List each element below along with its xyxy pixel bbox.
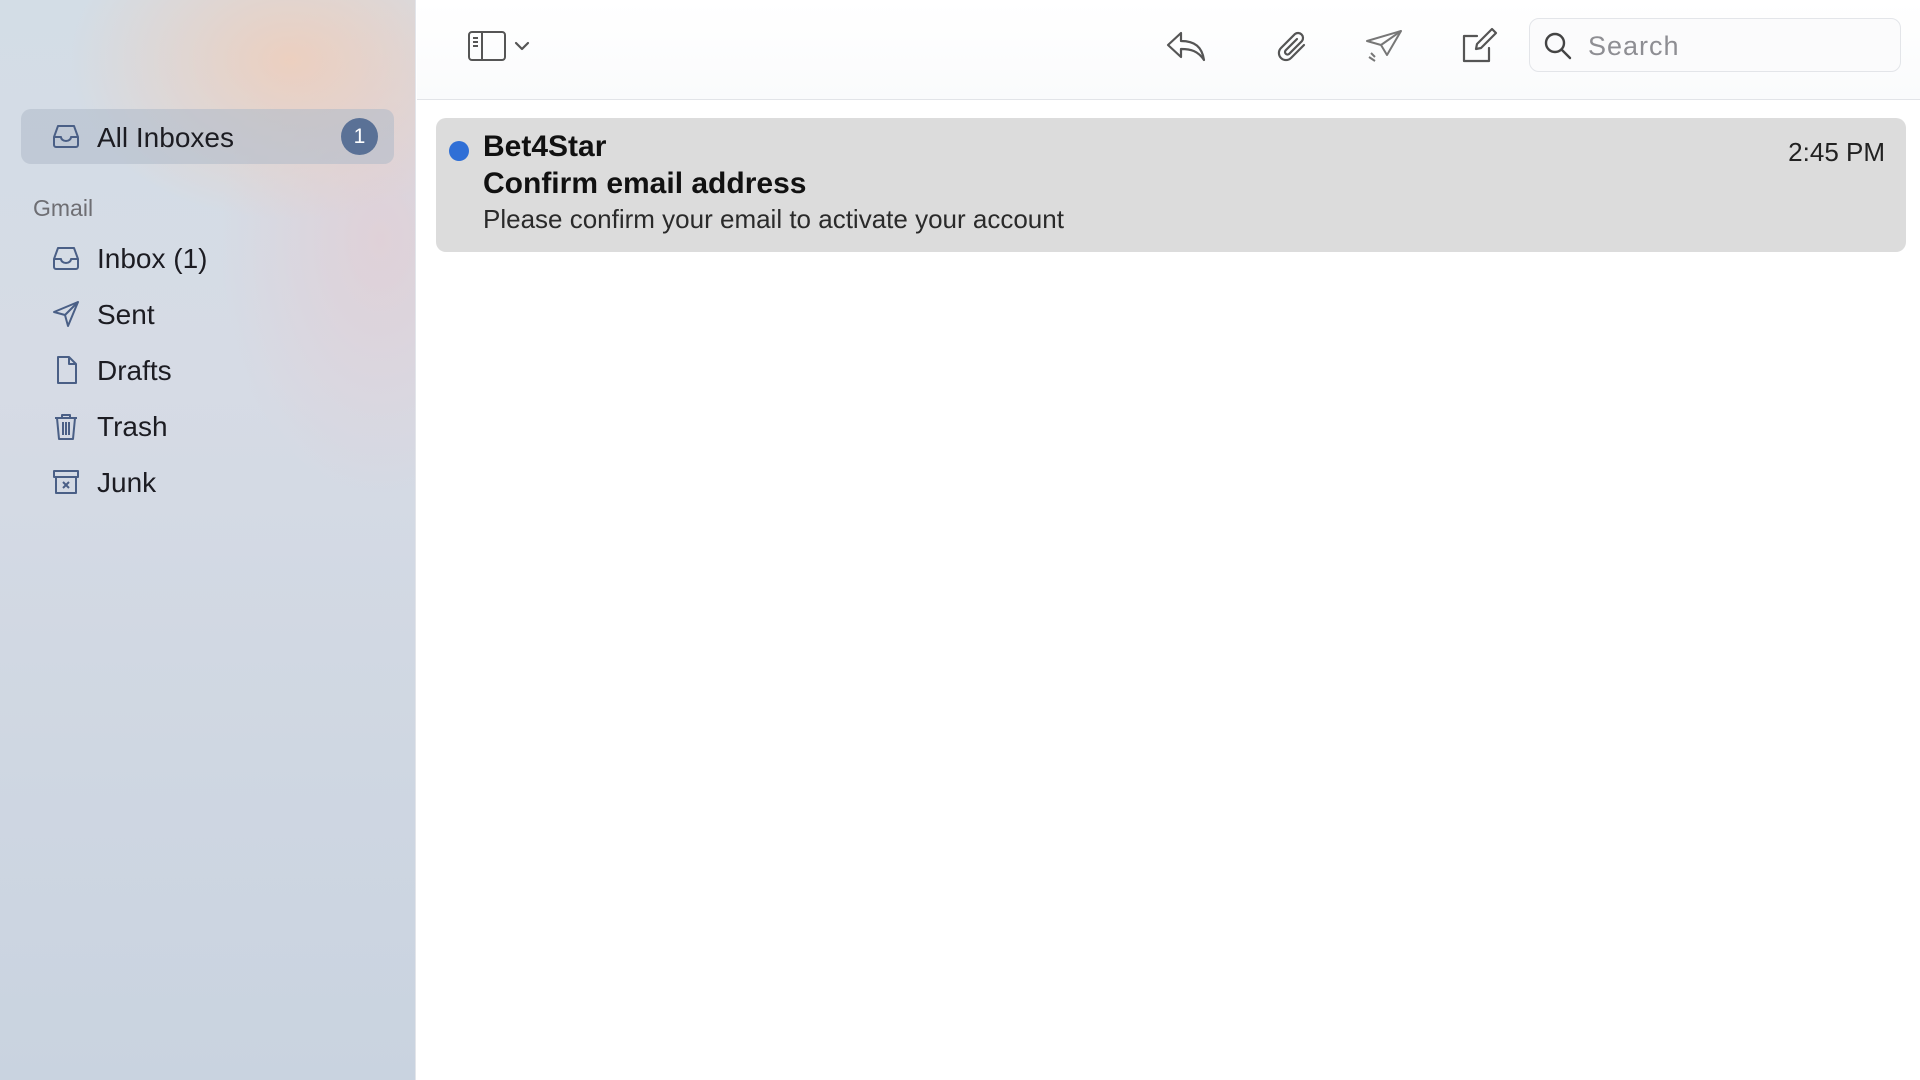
sidebar-item-junk[interactable]: Junk [21,457,394,507]
mail-app-window: All Inboxes 1 Gmail Inbox (1) Sent Draft… [0,0,1920,1080]
sidebar-item-sent[interactable]: Sent [21,289,394,339]
message-subject: Confirm email address [483,167,807,200]
junk-box-icon [49,465,83,499]
sidebar-item-drafts[interactable]: Drafts [21,345,394,395]
sidebar-item-label: Inbox (1) [97,243,208,274]
tray-icon [49,119,83,153]
sidebar: All Inboxes 1 Gmail Inbox (1) Sent Draft… [0,0,416,1080]
compose-icon [1459,26,1499,66]
chevron-down-icon [513,40,531,52]
paperclip-icon [1274,25,1312,67]
compose-button[interactable] [1457,24,1501,68]
search-field[interactable] [1529,18,1901,72]
sidebar-toggle-icon [467,29,507,63]
send-button[interactable] [417,24,463,68]
message-sender: Bet4Star [483,130,607,163]
sidebar-item-label: Drafts [97,355,172,386]
send-icon [1363,27,1405,65]
reply-icon [1165,27,1207,65]
tray-icon [49,241,83,275]
message-time: 2:45 PM [1788,137,1885,167]
sidebar-item-label: Sent [97,299,155,330]
send-later-button[interactable] [1361,24,1407,68]
sidebar-item-trash[interactable]: Trash [21,401,394,451]
reply-button[interactable] [1163,24,1209,68]
trash-icon [49,409,83,443]
sidebar-item-label: Trash [97,411,168,442]
sidebar-item-label: All Inboxes [97,122,234,153]
message-preview: Please confirm your email to activate yo… [483,204,1064,234]
toolbar [417,0,1920,100]
sidebar-item-inbox[interactable]: Inbox (1) [21,233,394,283]
search-input[interactable] [1586,27,1890,65]
sidebar-item-label: Junk [97,467,157,498]
document-icon [49,353,83,387]
sidebar-item-all-inboxes[interactable]: All Inboxes 1 [21,109,394,164]
message-list-item[interactable]: Bet4Star 2:45 PM Confirm email address P… [436,118,1906,252]
unread-indicator [449,141,469,161]
sidebar-section-gmail: Gmail [33,195,94,221]
unread-count-badge: 1 [341,118,378,155]
attach-button[interactable] [1271,22,1315,70]
paper-plane-icon [49,297,83,331]
search-icon [1543,31,1573,61]
sidebar-toggle-button[interactable] [459,26,539,66]
